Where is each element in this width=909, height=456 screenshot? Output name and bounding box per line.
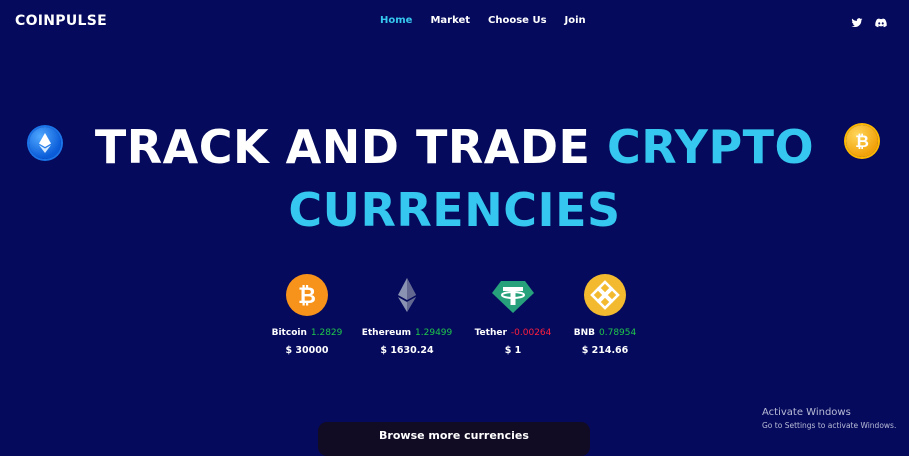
coin-change: 0.78954	[599, 328, 637, 338]
nav-home[interactable]: Home	[380, 15, 412, 26]
coin-name: Ethereum	[361, 328, 412, 338]
coin-price: $ 1630.24	[380, 345, 434, 356]
coin-name: Tether	[474, 328, 507, 338]
activate-windows-watermark: Activate Windows Go to Settings to activ…	[762, 407, 896, 430]
coin-name: BNB	[573, 328, 596, 338]
nav-choose-us[interactable]: Choose Us	[488, 15, 547, 26]
watermark-subtitle: Go to Settings to activate Windows.	[762, 421, 897, 430]
main-nav: Home Market Choose Us Join	[380, 15, 586, 26]
brand-logo[interactable]: COINPULSE	[15, 13, 107, 29]
hero-title: TRACK AND TRADE CRYPTO CURRENCIES	[0, 116, 909, 242]
browse-more-button[interactable]: Browse more currencies	[318, 422, 590, 456]
watermark-title: Activate Windows	[762, 407, 851, 418]
tether-icon	[491, 273, 535, 317]
discord-icon[interactable]	[875, 14, 887, 33]
bitcoin-icon: ₿	[285, 273, 329, 317]
coin-change: 1.29499	[415, 328, 453, 338]
hero-title-accent-line2: CURRENCIES	[288, 183, 621, 237]
bnb-icon	[583, 273, 627, 317]
coin-card-bnb[interactable]: BNB 0.78954 $ 214.66	[545, 273, 665, 356]
ethereum-icon	[385, 273, 429, 317]
coin-price: $ 214.66	[581, 345, 629, 356]
twitter-icon[interactable]	[851, 14, 863, 33]
coin-name: Bitcoin	[271, 328, 307, 338]
coin-list: ₿ Bitcoin 1.2829 $ 30000 Ethereum 1.29499 …	[0, 270, 909, 360]
coin-card-ethereum[interactable]: Ethereum 1.29499 $ 1630.24	[347, 273, 467, 356]
nav-market[interactable]: Market	[430, 15, 470, 26]
coin-name-row: BNB 0.78954	[545, 328, 665, 338]
svg-text:₿: ₿	[298, 284, 316, 309]
coin-change: 1.2829	[310, 328, 343, 338]
hero-title-accent: CRYPTO	[606, 120, 815, 174]
social-links	[851, 14, 887, 33]
coin-name-row: Ethereum 1.29499	[347, 328, 467, 338]
hero-title-plain: TRACK AND TRADE	[94, 120, 607, 174]
nav-join[interactable]: Join	[565, 15, 586, 26]
